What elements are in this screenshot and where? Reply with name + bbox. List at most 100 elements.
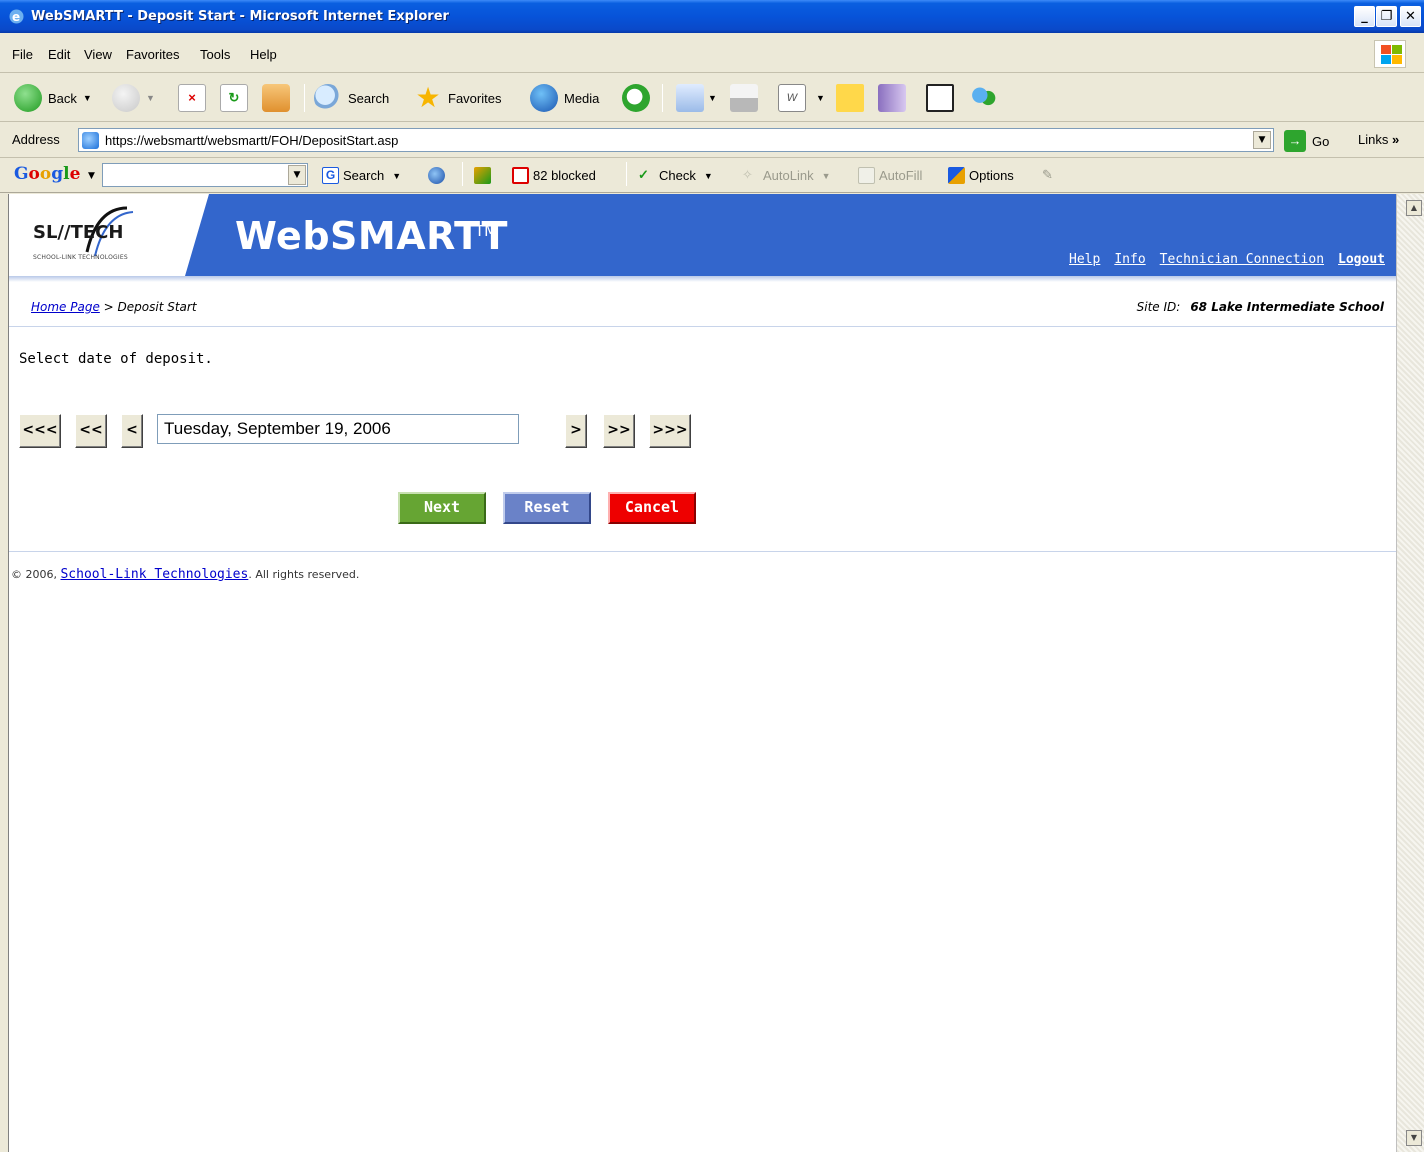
menu-view[interactable]: View <box>84 47 112 62</box>
go-button[interactable]: → Go <box>1284 130 1329 152</box>
spellcheck-icon: ✓ <box>638 167 649 182</box>
google-toolbar: Google ▼ ▼ G Search ▼ 82 blocked ✓ Check… <box>0 158 1424 193</box>
search-label: Search <box>348 90 390 106</box>
options-label: Options <box>969 168 1014 183</box>
favorites-button[interactable]: ★ Favorites <box>414 82 501 114</box>
vertical-scrollbar[interactable]: ▲ ▼ <box>1396 194 1424 1152</box>
mail-button[interactable]: ▼ <box>676 82 717 114</box>
favorites-label: Favorites <box>448 90 502 106</box>
next-more-button[interactable]: >> <box>603 414 635 448</box>
next-button[interactable]: Next <box>398 492 486 524</box>
media-button[interactable]: Media <box>530 82 599 114</box>
autolink-button[interactable]: ✧ AutoLink ▼ <box>742 167 831 184</box>
google-logo[interactable]: Google <box>14 164 80 184</box>
page-icon <box>82 132 99 149</box>
next-day-button[interactable]: > <box>565 414 587 448</box>
google-search-input[interactable]: ▼ <box>102 163 308 187</box>
mail-icon <box>676 84 704 112</box>
history-button[interactable] <box>622 82 650 114</box>
scroll-down-icon[interactable]: ▼ <box>1406 1130 1422 1146</box>
spellcheck-button[interactable]: ✓ Check ▼ <box>638 167 713 184</box>
reset-button[interactable]: Reset <box>503 492 591 524</box>
highlight-button[interactable]: ✎ <box>1042 167 1063 184</box>
scroll-up-icon[interactable]: ▲ <box>1406 200 1422 216</box>
deposit-date-field[interactable]: Tuesday, September 19, 2006 <box>157 414 519 444</box>
google-search-options-icon: ▼ <box>392 170 402 181</box>
pagerank-button[interactable] <box>428 167 449 184</box>
edit-button[interactable]: W ▼ <box>778 82 825 114</box>
menu-tools[interactable]: Tools <box>200 47 230 62</box>
footer-divider <box>9 551 1397 552</box>
maximize-button[interactable]: ❐ <box>1376 6 1397 27</box>
autolink-dropdown-icon: ▼ <box>821 170 831 181</box>
note-icon <box>836 84 864 112</box>
technician-connection-link[interactable]: Technician Connection <box>1160 252 1324 267</box>
refresh-button[interactable]: ↻ <box>220 82 248 114</box>
autofill-button[interactable]: AutoFill <box>858 167 922 184</box>
google-dropdown-icon[interactable]: ▼ <box>88 171 95 181</box>
logo-text: SL//TECH <box>33 222 124 243</box>
logout-link[interactable]: Logout <box>1338 252 1385 267</box>
google-search-dropdown-icon[interactable]: ▼ <box>288 165 306 185</box>
window-titlebar: e WebSMARTT - Deposit Start - Microsoft … <box>0 0 1424 33</box>
messenger-button[interactable] <box>970 82 998 114</box>
next-far-button[interactable]: >>> <box>649 414 691 448</box>
minimize-button[interactable]: _ <box>1354 6 1375 27</box>
window-tool-button[interactable] <box>926 82 954 114</box>
google-search-button[interactable]: G Search ▼ <box>322 167 401 184</box>
blocked-count: 82 blocked <box>533 168 596 183</box>
menu-file[interactable]: File <box>12 47 33 62</box>
back-button[interactable]: Back ▼ <box>14 82 92 114</box>
home-page-link[interactable]: Home Page <box>31 300 100 314</box>
options-button[interactable]: Options <box>948 167 1014 184</box>
options-icon <box>948 167 965 184</box>
notes-button[interactable] <box>836 82 864 114</box>
info-link[interactable]: Info <box>1114 252 1145 267</box>
print-button[interactable] <box>730 82 758 114</box>
edit-dropdown-icon: ▼ <box>816 93 825 103</box>
go-label: Go <box>1312 133 1330 149</box>
media-icon <box>530 84 558 112</box>
globe-icon <box>428 167 445 184</box>
prev-far-button[interactable]: <<< <box>19 414 61 448</box>
autolink-label: AutoLink <box>763 168 814 183</box>
footer-prefix: © 2006, <box>11 568 61 581</box>
prev-more-button[interactable]: << <box>75 414 107 448</box>
star-icon: ★ <box>415 82 441 113</box>
menubar: File Edit View Favorites Tools Help <box>0 33 1424 73</box>
prev-button[interactable]: < <box>121 414 143 448</box>
menu-favorites[interactable]: Favorites <box>126 47 179 62</box>
media-label: Media <box>564 90 600 106</box>
forward-arrow-icon <box>112 84 140 112</box>
refresh-icon: ↻ <box>220 84 248 112</box>
school-link-technologies-link[interactable]: School-Link Technologies <box>60 567 248 582</box>
go-arrow-icon: → <box>1284 130 1306 152</box>
logo-subtitle: SCHOOL-LINK TECHNOLOGIES <box>33 254 128 261</box>
research-button[interactable] <box>878 82 906 114</box>
trademark: TM <box>475 222 498 240</box>
divider <box>9 326 1397 327</box>
address-input[interactable]: https://websmartt/websmartt/FOH/DepositS… <box>78 128 1274 152</box>
close-button[interactable]: ✕ <box>1400 6 1421 27</box>
menu-help[interactable]: Help <box>250 47 277 62</box>
stop-button[interactable]: × <box>178 82 206 114</box>
links-menu[interactable]: Links » <box>1358 132 1399 147</box>
forward-button[interactable]: ▼ <box>112 82 155 114</box>
address-bar: Address https://websmartt/websmartt/FOH/… <box>0 123 1424 158</box>
svg-text:e: e <box>12 10 20 24</box>
links-label: Links <box>1358 132 1389 147</box>
popup-blocker-button[interactable]: 82 blocked <box>512 167 596 184</box>
check-label: Check <box>659 168 696 183</box>
menu-edit[interactable]: Edit <box>48 47 70 62</box>
word-icon: W <box>778 84 806 112</box>
printer-icon <box>730 84 758 112</box>
back-label: Back <box>48 90 77 106</box>
cancel-button[interactable]: Cancel <box>608 492 696 524</box>
help-link[interactable]: Help <box>1069 252 1100 267</box>
address-dropdown-icon[interactable]: ▼ <box>1253 131 1271 149</box>
mail-dropdown-icon: ▼ <box>708 93 717 103</box>
check-dropdown-icon: ▼ <box>703 170 713 181</box>
news-button[interactable] <box>474 167 495 184</box>
search-button[interactable]: Search <box>314 82 389 114</box>
home-button[interactable] <box>262 82 290 114</box>
